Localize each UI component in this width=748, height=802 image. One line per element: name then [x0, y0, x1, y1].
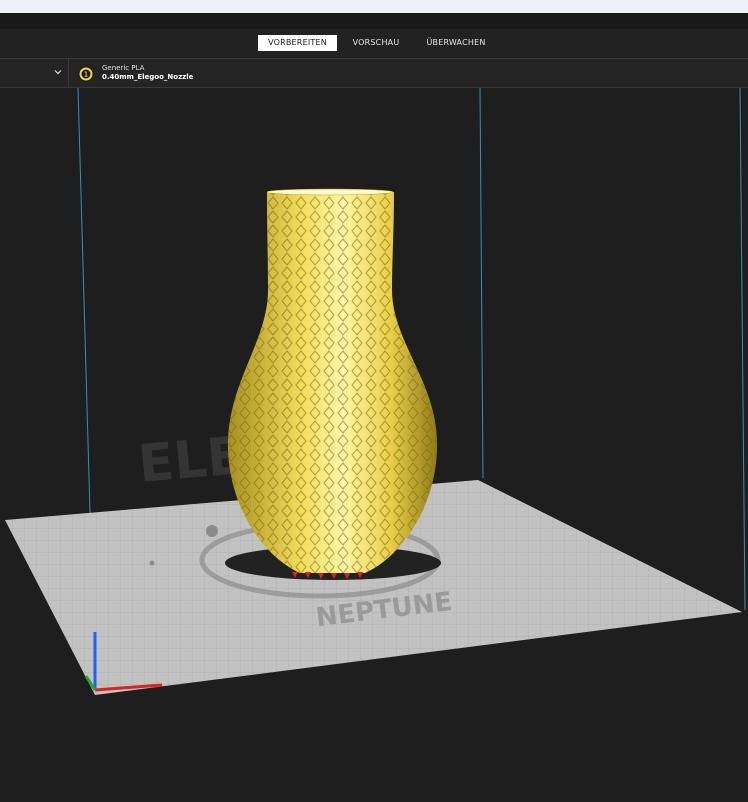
print-setup-toolbar: 1 Generic PLA 0.40mm_Elegoo_Nozzle — [0, 58, 748, 88]
nozzle-name: 0.40mm_Elegoo_Nozzle — [102, 73, 194, 81]
tab-preview[interactable]: VORSCHAU — [340, 35, 412, 51]
window-title-bar — [0, 0, 748, 13]
chevron-down-icon[interactable] — [53, 67, 63, 77]
extruder-icon[interactable]: 1 — [78, 66, 94, 82]
material-name: Generic PLA — [102, 64, 145, 72]
3d-viewport[interactable]: NEPTUNE ELEGOO — [0, 88, 748, 802]
app-header — [0, 13, 748, 29]
extruder-number: 1 — [84, 71, 88, 79]
tab-monitor[interactable]: ÜBERWACHEN — [416, 35, 496, 51]
material-info[interactable]: Generic PLA 0.40mm_Elegoo_Nozzle — [102, 64, 193, 82]
tab-prepare[interactable]: VORBEREITEN — [258, 35, 337, 51]
stage-menu: VORBEREITEN VORSCHAU ÜBERWACHEN — [0, 29, 748, 58]
printer-selector[interactable] — [0, 59, 69, 87]
vase-model[interactable] — [227, 188, 438, 579]
